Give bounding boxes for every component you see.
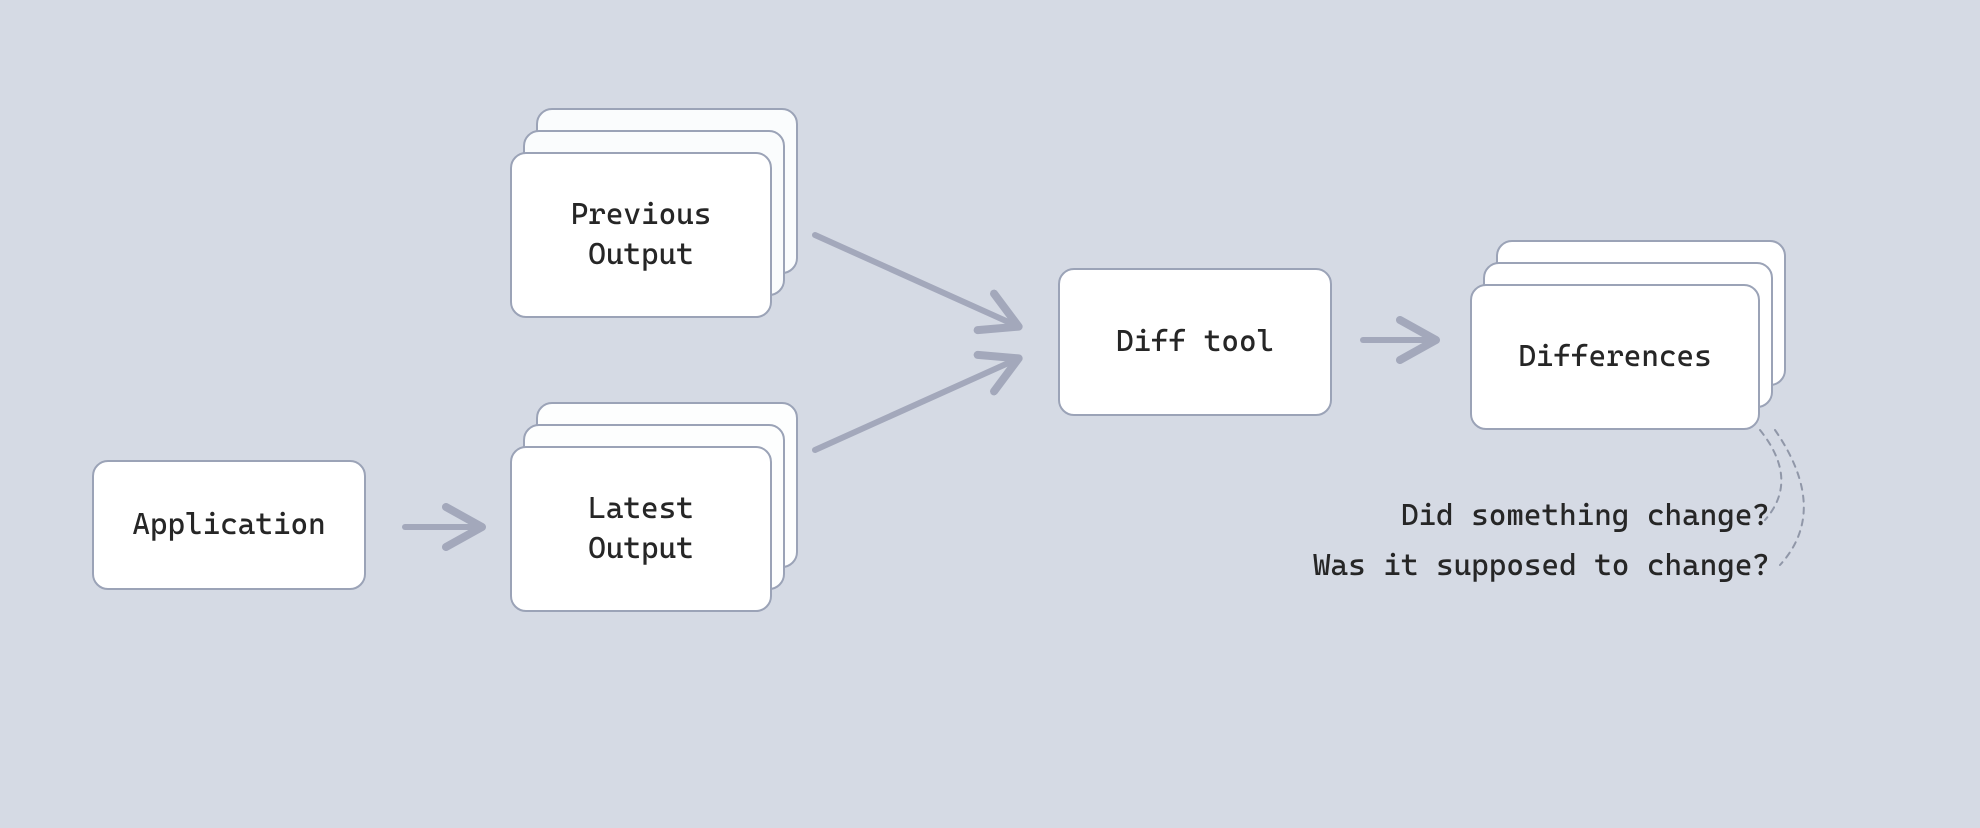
- node-latest-output-label: Latest Output: [588, 489, 693, 570]
- dashed-connector-2: [1775, 430, 1804, 565]
- node-previous-output: Previous Output: [510, 152, 772, 318]
- node-application-label: Application: [132, 505, 325, 546]
- node-latest-output: Latest Output: [510, 446, 772, 612]
- dashed-connector-1: [1760, 430, 1781, 520]
- stack-back-differences-1: [1496, 240, 1786, 386]
- annotation-question-1: Did something change?: [1401, 498, 1770, 533]
- stack-back-differences-2: [1483, 262, 1773, 408]
- node-diff-tool-label: Diff tool: [1116, 322, 1274, 363]
- node-previous-output-label: Previous Output: [571, 195, 712, 276]
- node-differences-label: Differences: [1518, 337, 1711, 378]
- stack-back-previous-1: [536, 108, 798, 274]
- arrow-layer: [0, 0, 1980, 828]
- arrow-previous-to-diff: [815, 235, 1015, 325]
- stack-back-latest-1: [536, 402, 798, 568]
- stack-back-previous-2: [523, 130, 785, 296]
- node-differences: Differences: [1470, 284, 1760, 430]
- stack-back-latest-2: [523, 424, 785, 590]
- annotation-question-2: Was it supposed to change?: [1313, 548, 1770, 583]
- node-application: Application: [92, 460, 366, 590]
- arrow-latest-to-diff: [815, 360, 1015, 450]
- diagram-canvas: Application Previous Output Latest Outpu…: [0, 0, 1980, 828]
- node-diff-tool: Diff tool: [1058, 268, 1332, 416]
